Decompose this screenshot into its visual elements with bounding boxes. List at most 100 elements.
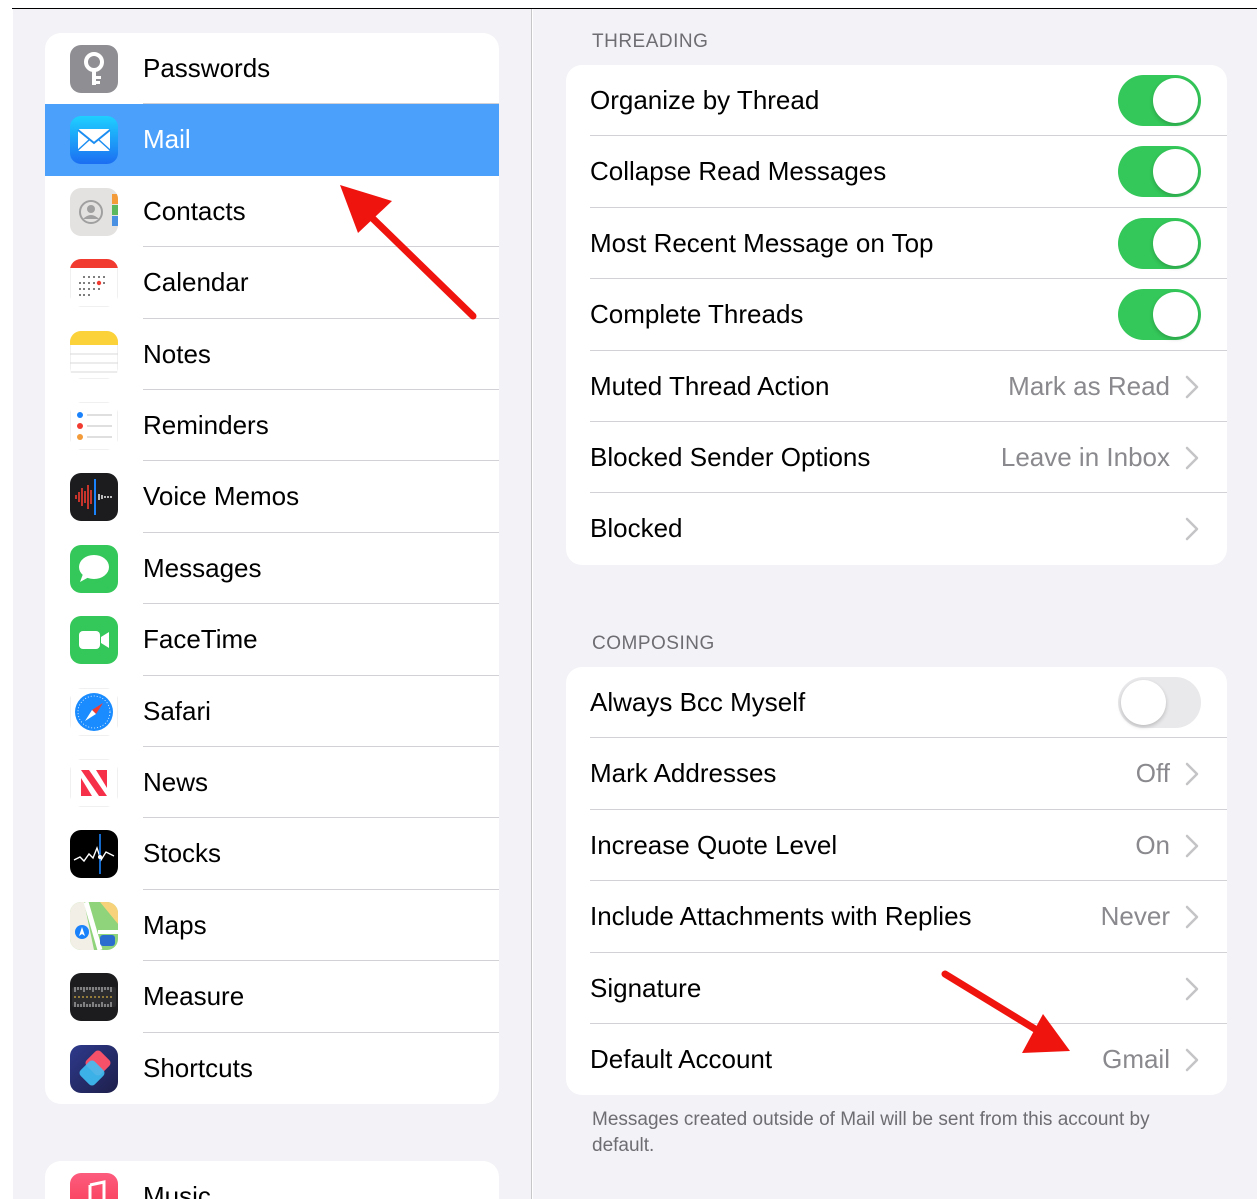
sidebar-item-mail[interactable]: Mail [45, 104, 499, 176]
always-bcc-myself-toggle[interactable] [1118, 677, 1201, 728]
setting-label: Collapse Read Messages [590, 156, 887, 187]
organize-by-thread-toggle[interactable] [1118, 75, 1201, 126]
most-recent-on-top-row: Most Recent Message on Top [566, 208, 1227, 280]
sidebar-item-label: News [143, 767, 209, 797]
sidebar-item-maps[interactable]: Maps [45, 890, 499, 962]
setting-value: Off [1135, 758, 1170, 789]
default-account-footnote: Messages created outside of Mail will be… [592, 1109, 1150, 1156]
sidebar-item-label: Mail [143, 124, 191, 155]
composing-group: Always Bcc Myself Mark Addresses Off Inc… [566, 667, 1227, 1095]
annotation-arrow-default-account [941, 970, 1070, 1053]
sidebar-item-music[interactable]: Music [45, 1161, 499, 1199]
music-icon [70, 1173, 118, 1199]
contacts-icon [70, 187, 118, 236]
muted-thread-action-row[interactable]: Muted Thread Action Mark as Read [566, 351, 1227, 422]
setting-label: Most Recent Message on Top [590, 227, 934, 258]
reminders-icon [70, 402, 118, 450]
setting-label: Signature [590, 972, 702, 1003]
chevron-right-icon [1185, 1048, 1199, 1072]
composing-section-header: COMPOSING [592, 633, 715, 654]
messages-icon [70, 544, 118, 593]
setting-value: Gmail [1102, 1044, 1170, 1074]
most-recent-on-top-toggle[interactable] [1118, 217, 1201, 269]
facetime-icon [70, 616, 118, 665]
sidebar-item-news[interactable]: News [45, 747, 499, 819]
blocked-sender-options-row[interactable]: Blocked Sender Options Leave in Inbox [566, 422, 1227, 494]
mark-addresses-row[interactable]: Mark Addresses Off [566, 738, 1227, 810]
organize-by-thread-row: Organize by Thread [566, 65, 1227, 137]
sidebar-item-label: Safari [143, 695, 211, 726]
sidebar-item-measure[interactable]: Measure [45, 961, 499, 1033]
setting-value: Never [1100, 901, 1170, 932]
sidebar-item-passwords[interactable]: Passwords [45, 33, 499, 105]
setting-label: Muted Thread Action [590, 370, 830, 401]
setting-label: Include Attachments with Replies [590, 901, 972, 932]
setting-value: Leave in Inbox [1000, 442, 1170, 472]
notes-icon [70, 330, 118, 379]
mail-icon [70, 116, 118, 165]
setting-label: Increase Quote Level [590, 829, 838, 860]
default-account-row[interactable]: Default Account Gmail [566, 1024, 1227, 1095]
voice-memos-icon [70, 473, 118, 522]
chevron-right-icon [1185, 518, 1199, 541]
sidebar-item-label: Messages [143, 552, 262, 583]
sidebar-item-label: Music [143, 1181, 211, 1199]
collapse-read-messages-row: Collapse Read Messages [566, 136, 1227, 208]
chevron-right-icon [1185, 763, 1199, 786]
sidebar-item-shortcuts[interactable]: Shortcuts [45, 1033, 499, 1104]
sidebar-item-label: Stocks [143, 838, 222, 869]
threading-group: Organize by Thread Collapse Read Message… [566, 65, 1227, 565]
safari-icon [70, 687, 118, 736]
setting-value: Mark as Read [1008, 370, 1170, 401]
collapse-read-messages-toggle[interactable] [1118, 146, 1201, 198]
chevron-right-icon [1185, 977, 1199, 1000]
sidebar-item-label: Voice Memos [143, 481, 300, 512]
stocks-icon [70, 830, 118, 879]
annotation-arrow-mail [340, 185, 477, 320]
setting-label: Organize by Thread [590, 85, 820, 115]
sidebar-item-safari[interactable]: Safari [45, 676, 499, 747]
mail-settings-pane: THREADING Organize by Thread Collapse Re… [533, 9, 1257, 1199]
setting-label: Complete Threads [590, 299, 804, 330]
blocked-row[interactable]: Blocked [566, 493, 1227, 564]
calendar-icon [70, 259, 118, 308]
measure-icon [70, 973, 118, 1022]
sidebar-item-stocks[interactable]: Stocks [45, 818, 499, 890]
sidebar-item-label: Notes [143, 338, 211, 369]
threading-section-header: THREADING [592, 31, 709, 52]
chevron-right-icon [1185, 834, 1199, 858]
sidebar-item-notes[interactable]: Notes [45, 319, 499, 390]
sidebar-item-label: Measure [143, 981, 245, 1012]
setting-label: Default Account [590, 1044, 773, 1074]
sidebar-item-messages[interactable]: Messages [45, 533, 499, 605]
setting-label: Always Bcc Myself [590, 687, 806, 717]
sidebar-media-list: Music [45, 1161, 499, 1199]
complete-threads-row: Complete Threads [566, 279, 1227, 351]
complete-threads-toggle[interactable] [1118, 289, 1201, 341]
chevron-right-icon [1185, 905, 1199, 929]
signature-row[interactable]: Signature [566, 953, 1227, 1024]
increase-quote-level-row[interactable]: Increase Quote Level On [566, 810, 1227, 882]
chevron-right-icon [1185, 446, 1199, 470]
setting-label: Blocked Sender Options [590, 442, 871, 472]
news-icon [70, 759, 118, 807]
key-icon [70, 45, 118, 93]
settings-window: Passwords Mail Contacts Calendar Notes R… [0, 0, 1257, 1199]
sidebar-item-reminders[interactable]: Reminders [45, 390, 499, 462]
setting-value: On [1135, 829, 1170, 860]
maps-icon [70, 901, 118, 950]
shortcuts-icon [70, 1044, 118, 1093]
setting-label: Blocked [590, 513, 683, 544]
sidebar-item-label: Passwords [143, 53, 271, 83]
sidebar-item-label: Reminders [143, 410, 269, 440]
always-bcc-myself-row: Always Bcc Myself [566, 667, 1227, 739]
sidebar-item-label: Maps [143, 909, 207, 940]
sidebar-item-voice-memos[interactable]: Voice Memos [45, 461, 499, 533]
sidebar-item-facetime[interactable]: FaceTime [45, 604, 499, 676]
include-attachments-row[interactable]: Include Attachments with Replies Never [566, 881, 1227, 953]
sidebar-item-label: FaceTime [143, 624, 258, 655]
chevron-right-icon [1185, 375, 1199, 398]
setting-label: Mark Addresses [590, 758, 777, 789]
sidebar-item-label: Contacts [143, 195, 246, 226]
sidebar-item-label: Shortcuts [143, 1052, 253, 1083]
